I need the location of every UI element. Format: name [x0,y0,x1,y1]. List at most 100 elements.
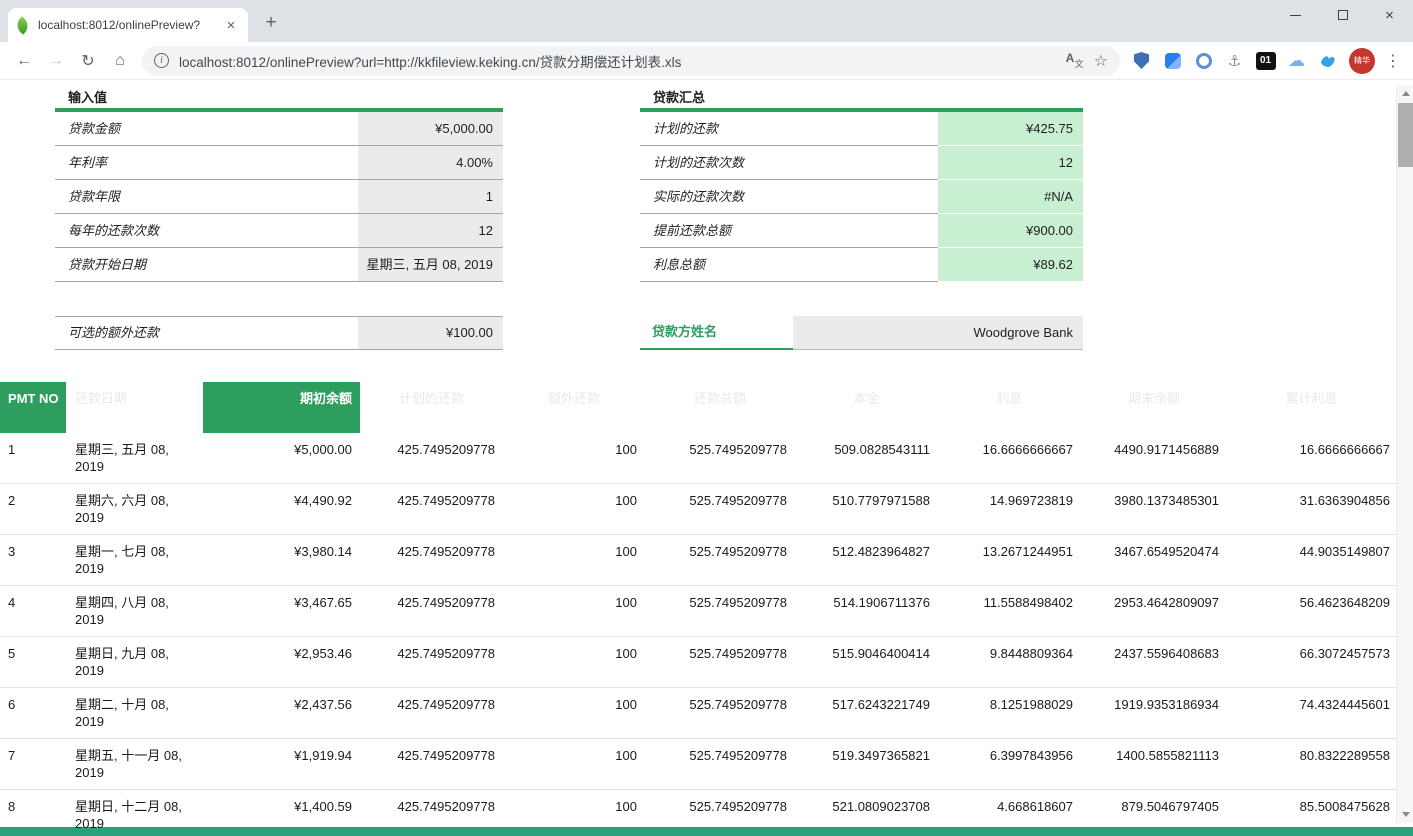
cell-principal: 519.3497365821 [795,739,938,772]
header-extra-payment: 额外还款 [503,382,645,433]
cell-scheduled-payment: 425.7495209778 [360,535,503,568]
new-tab-button[interactable]: + [258,10,284,36]
address-bar[interactable]: i localhost:8012/onlinePreview?url=http:… [142,46,1120,76]
cell-principal: 514.1906711376 [795,586,938,619]
cell-payment-date: 星期三, 五月 08, 2019 [66,433,203,483]
badge-01-extension-button[interactable]: 01 [1251,47,1280,75]
cell-cumulative-interest: 74.4324445601 [1227,688,1396,721]
vertical-scrollbar[interactable] [1396,85,1413,823]
summary-panel-title: 贷款汇总 [640,84,1083,112]
schedule-table: PMT NO 还款日期 期初余额 计划的还款 额外还款 还款总额 本金 利息 期… [0,382,1396,836]
table-row: 6 星期二, 十月 08, 2019 ¥2,437.56 425.7495209… [0,688,1396,739]
cell-principal: 521.0809023708 [795,790,938,823]
cell-interest: 6.3997843956 [938,739,1081,772]
table-row: 3 星期一, 七月 08, 2019 ¥3,980.14 425.7495209… [0,535,1396,586]
url-text[interactable]: localhost:8012/onlinePreview?url=http://… [179,51,1056,71]
actual-payments-count-value: #N/A [938,180,1083,214]
lender-row: 贷款方姓名 Woodgrove Bank [640,316,1083,350]
window-minimize-button[interactable] [1272,0,1319,30]
browser-toolbar: ← → ↻ ⌂ i localhost:8012/onlinePreview?u… [0,42,1413,80]
table-row: 5 星期日, 九月 08, 2019 ¥2,953.46 425.7495209… [0,637,1396,688]
blue-square-extension-button[interactable] [1158,47,1187,75]
cell-beginning-balance: ¥5,000.00 [203,433,360,466]
ring-extension-button[interactable] [1189,47,1218,75]
cell-ending-balance: 2437.5596408683 [1081,637,1227,670]
total-interest-value: ¥89.62 [938,248,1083,282]
ring-icon [1196,53,1212,69]
cell-ending-balance: 1400.5855821113 [1081,739,1227,772]
schedule-table-body: 1 星期三, 五月 08, 2019 ¥5,000.00 425.7495209… [0,433,1396,836]
cell-interest: 9.8448809364 [938,637,1081,670]
extra-payment-label: 可选的额外还款 [55,316,358,350]
scheduled-payment-value: ¥425.75 [938,112,1083,146]
cell-payment-date: 星期一, 七月 08, 2019 [66,535,203,585]
window-maximize-button[interactable] [1319,0,1366,30]
back-button[interactable]: ← [11,48,37,74]
cell-extra-payment: 100 [503,739,645,772]
translate-icon[interactable]: A 文 [1066,52,1084,69]
cell-ending-balance: 2953.4642809097 [1081,586,1227,619]
cell-beginning-balance: ¥4,490.92 [203,484,360,517]
blue-square-icon [1165,53,1181,69]
cell-scheduled-payment: 425.7495209778 [360,484,503,517]
file-preview-area: 输入值 贷款金额 ¥5,000.00 年利率 4.00% 贷款年限 1 每年的还… [0,80,1413,827]
cell-payment-date: 星期六, 六月 08, 2019 [66,484,203,534]
cloud-extension-button[interactable]: ☁ [1282,47,1311,75]
cell-beginning-balance: ¥2,437.56 [203,688,360,721]
cell-cumulative-interest: 44.9035149807 [1227,535,1396,568]
anchor-icon: ⚓ [1228,52,1241,70]
browser-tab[interactable]: localhost:8012/onlinePreview? × [8,8,248,42]
input-row: 年利率 4.00% [55,146,503,180]
profile-avatar[interactable]: 精华 [1349,48,1375,74]
translate-letter-a: A [1066,51,1075,65]
cell-cumulative-interest: 31.6363904856 [1227,484,1396,517]
loan-amount-label: 贷款金额 [55,112,358,146]
header-interest: 利息 [938,382,1081,433]
table-row: 2 星期六, 六月 08, 2019 ¥4,490.92 425.7495209… [0,484,1396,535]
cell-ending-balance: 1919.9353186934 [1081,688,1227,721]
cell-pmt-no: 7 [0,739,66,772]
tab-close-icon[interactable]: × [222,17,240,34]
payments-per-year-value: 12 [358,214,503,248]
home-button[interactable]: ⌂ [107,48,133,74]
bookmark-star-icon[interactable]: ☆ [1094,51,1108,71]
badge-01-icon: 01 [1256,52,1276,70]
cell-extra-payment: 100 [503,433,645,466]
header-payment-date: 还款日期 [66,382,203,433]
summary-panel: 贷款汇总 计划的还款 ¥425.75 计划的还款次数 12 实际的还款次数 #N… [640,84,1083,350]
lender-name-value: Woodgrove Bank [793,316,1083,350]
forward-button[interactable]: → [43,48,69,74]
window-close-button[interactable]: × [1366,0,1413,30]
bird-extension-button[interactable] [1313,47,1342,75]
scroll-down-button[interactable] [1397,806,1413,823]
browser-menu-icon[interactable]: ⋮ [1381,51,1405,71]
tab-title: localhost:8012/onlinePreview? [38,18,222,32]
page-info-icon[interactable]: i [154,53,169,68]
start-date-value: 星期三, 五月 08, 2019 [358,248,503,282]
cell-total-payment: 525.7495209778 [645,535,795,568]
early-payment-total-value: ¥900.00 [938,214,1083,248]
lender-name-label: 贷款方姓名 [640,316,793,350]
cell-payment-date: 星期五, 十一月 08, 2019 [66,739,203,789]
input-panel-title: 输入值 [55,84,503,112]
cell-interest: 16.6666666667 [938,433,1081,466]
cell-ending-balance: 4490.9171456889 [1081,433,1227,466]
cell-total-payment: 525.7495209778 [645,637,795,670]
cell-total-payment: 525.7495209778 [645,739,795,772]
cell-beginning-balance: ¥3,467.65 [203,586,360,619]
cell-pmt-no: 8 [0,790,66,823]
shield-extension-button[interactable] [1127,47,1156,75]
cell-extra-payment: 100 [503,790,645,823]
cell-cumulative-interest: 56.4623648209 [1227,586,1396,619]
input-row: 贷款金额 ¥5,000.00 [55,112,503,146]
scroll-up-button[interactable] [1397,85,1413,102]
summary-row: 计划的还款 ¥425.75 [640,112,1083,146]
cell-beginning-balance: ¥3,980.14 [203,535,360,568]
table-row: 1 星期三, 五月 08, 2019 ¥5,000.00 425.7495209… [0,433,1396,484]
input-row: 贷款开始日期 星期三, 五月 08, 2019 [55,248,503,282]
reload-button[interactable]: ↻ [75,48,101,74]
loan-years-value: 1 [358,180,503,214]
scrollbar-thumb[interactable] [1398,103,1413,167]
cell-interest: 11.5588498402 [938,586,1081,619]
anchor-extension-button[interactable]: ⚓ [1220,47,1249,75]
